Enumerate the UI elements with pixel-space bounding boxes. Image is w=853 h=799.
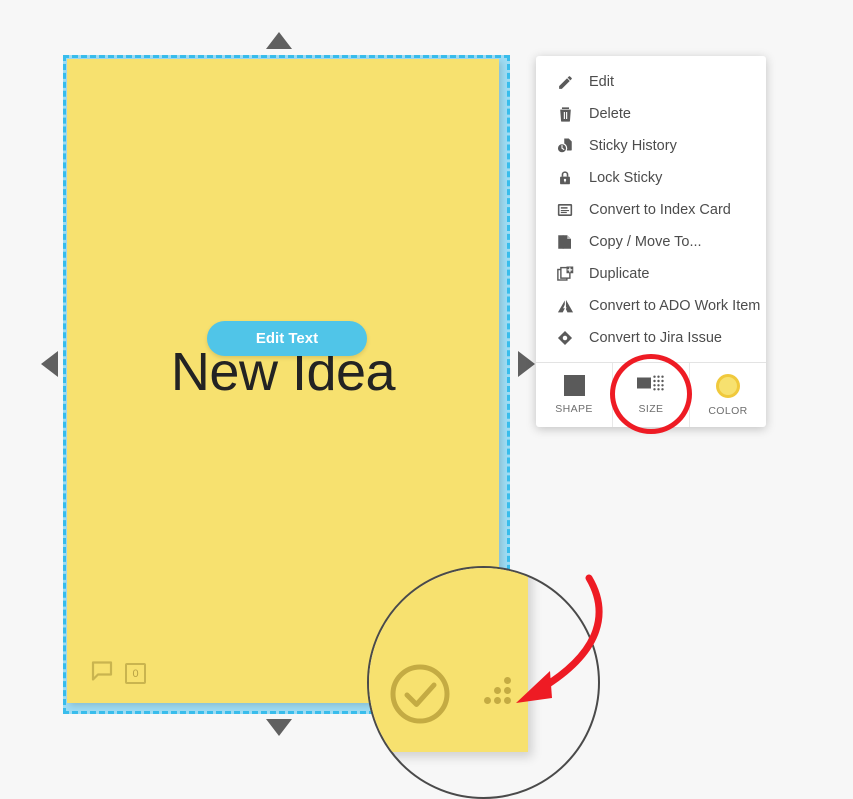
- menu-item-convert-to-ado-work-item[interactable]: Convert to ADO Work Item: [536, 290, 766, 322]
- menu-item-edit[interactable]: Edit: [536, 66, 766, 98]
- azure-devops-icon: [554, 295, 576, 317]
- size-grid-icon: [637, 375, 665, 396]
- menu-item-label: Copy / Move To...: [589, 234, 702, 250]
- resize-grip-dots-icon: [478, 677, 512, 707]
- context-menu-items: Edit Delete Sticky History Lock Sticky C…: [536, 56, 766, 362]
- color-button-label: COLOR: [708, 404, 748, 417]
- triangle-left-icon[interactable]: [41, 351, 58, 377]
- color-circle-icon: [716, 373, 740, 398]
- color-button[interactable]: COLOR: [689, 363, 766, 427]
- menu-item-label: Convert to Index Card: [589, 202, 731, 218]
- menu-item-label: Sticky History: [589, 138, 677, 154]
- whiteboard-canvas[interactable]: New Idea 0 Edit Delete Sticky History Lo…: [0, 0, 853, 799]
- triangle-up-icon[interactable]: [266, 32, 292, 49]
- vote-count-badge[interactable]: 0: [125, 663, 146, 684]
- menu-item-lock-sticky[interactable]: Lock Sticky: [536, 162, 766, 194]
- trash-icon: [554, 103, 576, 125]
- context-menu-footer: SHAPE SIZE COLOR: [536, 362, 766, 427]
- triangle-down-icon[interactable]: [266, 719, 292, 736]
- sticky-context-menu[interactable]: Edit Delete Sticky History Lock Sticky C…: [536, 56, 766, 427]
- menu-item-delete[interactable]: Delete: [536, 98, 766, 130]
- jira-diamond-icon: [554, 327, 576, 349]
- history-clock-icon: [554, 135, 576, 157]
- magnifier-callout: [367, 566, 600, 799]
- menu-item-label: Duplicate: [589, 266, 650, 282]
- copy-document-icon: [554, 231, 576, 253]
- pencil-icon: [554, 71, 576, 93]
- menu-item-label: Lock Sticky: [589, 170, 663, 186]
- magnifier-content: [369, 568, 598, 797]
- duplicate-plus-icon: [554, 263, 576, 285]
- square-shape-icon: [563, 375, 585, 396]
- menu-item-label: Convert to Jira Issue: [589, 330, 722, 346]
- check-circle-icon: [389, 663, 451, 730]
- menu-item-duplicate[interactable]: Duplicate: [536, 258, 766, 290]
- shape-button[interactable]: SHAPE: [536, 363, 612, 427]
- sticky-note-footer: 0: [91, 661, 146, 686]
- size-button-label: SIZE: [638, 403, 664, 415]
- edit-text-button[interactable]: Edit Text: [207, 321, 367, 356]
- menu-item-convert-to-index-card[interactable]: Convert to Index Card: [536, 194, 766, 226]
- triangle-right-icon[interactable]: [518, 351, 535, 377]
- lock-icon: [554, 167, 576, 189]
- menu-item-label: Delete: [589, 106, 631, 122]
- index-card-icon: [554, 199, 576, 221]
- size-button[interactable]: SIZE: [612, 363, 689, 427]
- menu-item-sticky-history[interactable]: Sticky History: [536, 130, 766, 162]
- menu-item-convert-to-jira-issue[interactable]: Convert to Jira Issue: [536, 322, 766, 354]
- comment-bubble-icon[interactable]: [91, 661, 113, 686]
- menu-item-copy-move-to[interactable]: Copy / Move To...: [536, 226, 766, 258]
- menu-item-label: Convert to ADO Work Item: [589, 298, 761, 314]
- shape-button-label: SHAPE: [555, 403, 593, 415]
- menu-item-label: Edit: [589, 74, 614, 90]
